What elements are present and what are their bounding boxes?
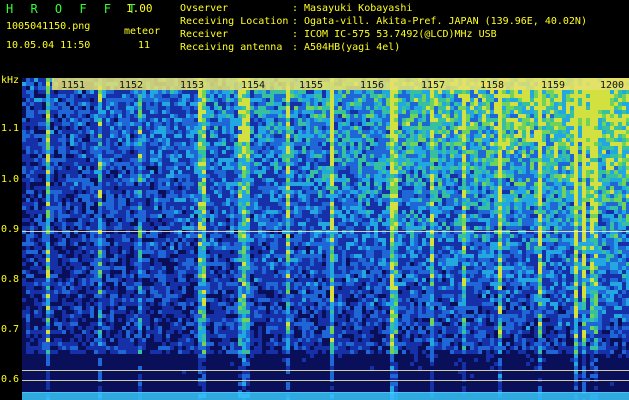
location-value: Ogata-vill. Akita-Pref. JAPAN (139.96E, …	[304, 16, 587, 27]
receiver-colon: :	[292, 29, 299, 40]
location-label: Receiving Location	[180, 16, 289, 27]
header-panel: H R O F F T 1.00 1005041150.png 10.05.04…	[0, 0, 629, 78]
reference-line	[22, 380, 629, 381]
y-tick-label: 0.7	[1, 324, 20, 335]
datetime-label: 10.05.04 11:50	[6, 40, 91, 51]
time-tick-label: 1154	[241, 80, 266, 91]
time-tick-label: 1157	[421, 80, 446, 91]
time-tick-label: 1159	[541, 80, 566, 91]
antenna-value: A504HB(yagi 4el)	[304, 42, 401, 53]
time-tick-label: 1200	[600, 80, 625, 91]
y-tick-label: 0.8	[1, 274, 20, 285]
reference-line	[22, 370, 629, 371]
receiver-value: ICOM IC-575 53.7492(@LCD)MHz USB	[304, 29, 497, 40]
observer-colon: :	[292, 3, 299, 14]
y-tick-label: 0.6	[1, 374, 20, 385]
filename-label: 1005041150.png	[6, 21, 91, 32]
antenna-colon: :	[292, 42, 299, 53]
time-tick-label: 1155	[299, 80, 324, 91]
receiver-label: Receiver	[180, 29, 229, 40]
app-version: 1.00	[126, 2, 153, 15]
y-tick-label: 1.0	[1, 174, 20, 185]
noise-floor-band	[22, 392, 629, 400]
observer-value: Masayuki Kobayashi	[304, 3, 413, 14]
time-tick-label: 1152	[119, 80, 144, 91]
y-tick-label: 0.9	[1, 224, 20, 235]
antenna-label: Receiving antenna	[180, 42, 283, 53]
reference-line	[22, 231, 629, 232]
location-colon: :	[292, 16, 299, 27]
y-tick-label: 1.1	[1, 123, 20, 134]
frequency-axis: kHz 1.1 1.0 0.9 0.8 0.7 0.6	[0, 75, 22, 400]
observer-label: Ovserver	[180, 3, 229, 14]
meteor-label: meteor	[124, 26, 161, 37]
axis-unit-label: kHz	[1, 75, 20, 86]
time-tick-label: 1151	[61, 80, 86, 91]
app-title: H R O F F T	[6, 2, 141, 16]
meteor-count: 11	[138, 40, 151, 51]
time-tick-label: 1158	[480, 80, 505, 91]
reference-line	[22, 392, 629, 393]
time-tick-label: 1153	[180, 80, 205, 91]
time-tick-label: 1156	[360, 80, 385, 91]
spectrogram	[22, 78, 629, 400]
spectrogram-canvas	[22, 78, 629, 400]
